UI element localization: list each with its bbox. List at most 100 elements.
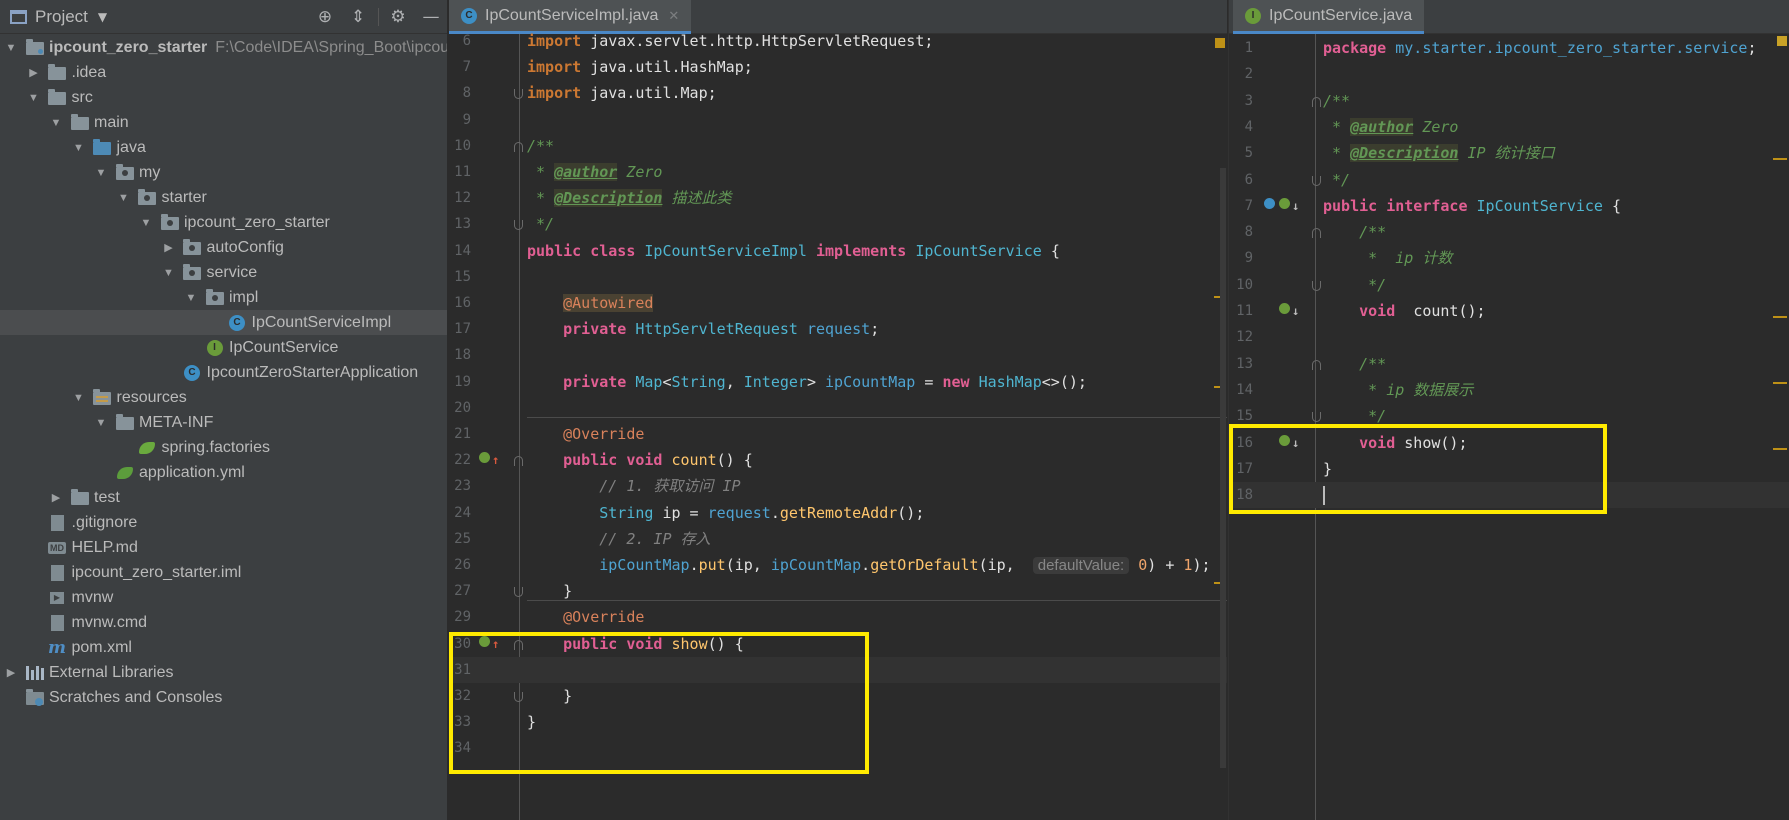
locate-file-icon[interactable]: ⊕ xyxy=(314,6,336,28)
code-line[interactable]: 14 public class IpCountServiceImpl implem… xyxy=(449,238,1227,264)
code-line[interactable]: 5 * @Description IP 统计接口 xyxy=(1229,140,1789,166)
code-line[interactable]: 8 import java.util.Map; xyxy=(449,80,1227,106)
code-line[interactable]: 29 @Override xyxy=(449,600,1227,630)
tree-item-scratches-and-consoles[interactable]: Scratches and Consoles xyxy=(0,685,447,710)
code-line[interactable]: 11 * @author Zero xyxy=(449,159,1227,185)
fold-end-icon[interactable] xyxy=(1312,280,1321,291)
collapse-arrow-icon[interactable]: ▶ xyxy=(5,666,17,679)
tree-item-test[interactable]: ▶ test xyxy=(0,485,447,510)
code-line[interactable]: 15 xyxy=(449,264,1227,290)
code-line[interactable]: 25 // 2. IP 存入 xyxy=(449,526,1227,552)
fold-end-icon[interactable] xyxy=(514,89,523,100)
code-line[interactable]: 12 xyxy=(1229,324,1789,350)
tree-item-help-md[interactable]: MD HELP.md xyxy=(0,535,447,560)
code-line[interactable]: 7 ↓ public interface IpCountService { xyxy=(1229,193,1789,219)
code-line[interactable]: 9 xyxy=(449,107,1227,133)
project-view-selector[interactable]: Project xyxy=(35,7,88,27)
expand-arrow-icon[interactable]: ▼ xyxy=(95,417,107,429)
code-line[interactable]: 16 @Autowired xyxy=(449,290,1227,316)
warning-marker[interactable] xyxy=(1777,36,1787,46)
gear-icon[interactable]: ⚙ xyxy=(387,6,409,28)
code-line[interactable]: 22 ↑ public void count() { xyxy=(449,447,1227,473)
expand-arrow-icon[interactable]: ▼ xyxy=(163,267,175,279)
close-icon[interactable]: ✕ xyxy=(668,8,679,24)
code-line[interactable]: 6 import javax.servlet.http.HttpServletRe… xyxy=(449,28,1227,54)
fold-end-icon[interactable] xyxy=(514,220,523,231)
expand-arrow-icon[interactable]: ▼ xyxy=(5,42,17,54)
tree-item-ipcountserviceimpl[interactable]: C IpCountServiceImpl xyxy=(0,310,447,335)
collapse-arrow-icon[interactable]: ▶ xyxy=(28,66,40,79)
scroll-marker[interactable] xyxy=(1773,448,1787,450)
code-line[interactable]: 10 /** xyxy=(449,133,1227,159)
tree-item-ipcountservice[interactable]: I IpCountService xyxy=(0,335,447,360)
code-line[interactable]: 3 /** xyxy=(1229,88,1789,114)
implementation-gutter-icon[interactable] xyxy=(1279,303,1290,314)
tree-item-gitignore[interactable]: .gitignore xyxy=(0,510,447,535)
code-line[interactable]: 1 package my.starter.ipcount_zero_starter… xyxy=(1229,35,1789,61)
scroll-marker[interactable] xyxy=(1773,158,1787,160)
chevron-down-icon[interactable]: ▼ xyxy=(98,10,107,24)
code-line[interactable]: 14 * ip 数据展示 xyxy=(1229,377,1789,403)
tree-item-autoconfig[interactable]: ▶ autoConfig xyxy=(0,235,447,260)
fold-start-icon[interactable] xyxy=(514,141,523,152)
fold-start-icon[interactable] xyxy=(1312,228,1321,239)
scroll-marker[interactable] xyxy=(1773,316,1787,318)
warning-marker[interactable] xyxy=(1215,38,1225,48)
implementation-gutter-icon[interactable] xyxy=(479,452,490,464)
tree-item-application-yml[interactable]: application.yml xyxy=(0,460,447,485)
tree-item-meta-inf[interactable]: ▼ META-INF xyxy=(0,410,447,435)
expand-arrow-icon[interactable]: ▼ xyxy=(73,142,85,154)
tree-item-main[interactable]: ▼ main xyxy=(0,110,447,135)
fold-start-icon[interactable] xyxy=(1312,96,1321,107)
tree-item-impl[interactable]: ▼ impl xyxy=(0,285,447,310)
code-line[interactable]: 11 ↓ void count(); xyxy=(1229,298,1789,324)
code-line[interactable]: 6 */ xyxy=(1229,167,1789,193)
tree-item-resources[interactable]: ▼ resources xyxy=(0,385,447,410)
collapse-arrow-icon[interactable]: ▶ xyxy=(50,491,62,504)
code-line[interactable]: 18 xyxy=(449,342,1227,368)
code-line[interactable]: 26 ipCountMap.put(ip, ipCountMap.getOrDe… xyxy=(449,552,1227,578)
tree-item-ipcount-zero-starter[interactable]: ▼ ipcount_zero_starter xyxy=(0,210,447,235)
code-line[interactable]: 10 */ xyxy=(1229,272,1789,298)
tree-item-external-libraries[interactable]: ▶ External Libraries xyxy=(0,660,447,685)
tab-ipcountservice[interactable]: I IpCountService.java xyxy=(1233,0,1425,34)
expand-arrow-icon[interactable]: ▼ xyxy=(50,117,62,129)
code-line[interactable]: 19 private Map<String, Integer> ipCountM… xyxy=(449,369,1227,395)
code-line[interactable]: 4 * @author Zero xyxy=(1229,114,1789,140)
tree-item-ipcount-zero-starter-iml[interactable]: ipcount_zero_starter.iml xyxy=(0,560,447,585)
code-line[interactable]: 24 String ip = request.getRemoteAddr(); xyxy=(449,500,1227,526)
code-line[interactable]: 2 xyxy=(1229,61,1789,87)
minimize-icon[interactable]: — xyxy=(420,6,442,28)
fold-end-icon[interactable] xyxy=(1312,412,1321,423)
fold-start-icon[interactable] xyxy=(1312,359,1321,370)
tree-item-spring-factories[interactable]: spring.factories xyxy=(0,435,447,460)
tree-item-mvnw-cmd[interactable]: mvnw.cmd xyxy=(0,610,447,635)
tree-item-src[interactable]: ▼ src xyxy=(0,85,447,110)
tree-item-ipcountzerostarterapplication[interactable]: C IpcountZeroStarterApplication xyxy=(0,360,447,385)
code-line[interactable]: 13 */ xyxy=(449,211,1227,237)
expand-arrow-icon[interactable]: ▼ xyxy=(95,167,107,179)
tree-item-starter[interactable]: ▼ starter xyxy=(0,185,447,210)
code-line[interactable]: 12 * @Description 描述此类 xyxy=(449,185,1227,211)
tree-item-ipcount-zero-starter[interactable]: ▼ ipcount_zero_starter F:\Code\IDEA\Spring… xyxy=(0,35,447,60)
tree-item-service[interactable]: ▼ service xyxy=(0,260,447,285)
expand-arrow-icon[interactable]: ▼ xyxy=(118,192,130,204)
fold-end-icon[interactable] xyxy=(514,587,523,598)
collapse-all-icon[interactable]: ⇕ xyxy=(347,6,369,28)
scroll-marker[interactable] xyxy=(1773,382,1787,384)
expand-arrow-icon[interactable]: ▼ xyxy=(140,217,152,229)
code-line[interactable]: 8 /** xyxy=(1229,219,1789,245)
code-line[interactable]: 7 import java.util.HashMap; xyxy=(449,54,1227,80)
code-line[interactable]: 9 * ip 计数 xyxy=(1229,245,1789,271)
vertical-scrollbar[interactable] xyxy=(1220,168,1226,768)
implementation-gutter-icon[interactable] xyxy=(1279,197,1290,209)
tree-item-mvnw[interactable]: ▶ mvnw xyxy=(0,585,447,610)
tree-item-idea[interactable]: ▶ .idea xyxy=(0,60,447,85)
tree-item-pom-xml[interactable]: m pom.xml xyxy=(0,635,447,660)
code-line[interactable]: 17 private HttpServletRequest request; xyxy=(449,316,1227,342)
code-line[interactable]: 13 /** xyxy=(1229,351,1789,377)
spring-bean-icon[interactable] xyxy=(1264,197,1275,209)
expand-arrow-icon[interactable]: ▼ xyxy=(185,292,197,304)
collapse-arrow-icon[interactable]: ▶ xyxy=(163,241,175,254)
fold-end-icon[interactable] xyxy=(1312,175,1321,186)
